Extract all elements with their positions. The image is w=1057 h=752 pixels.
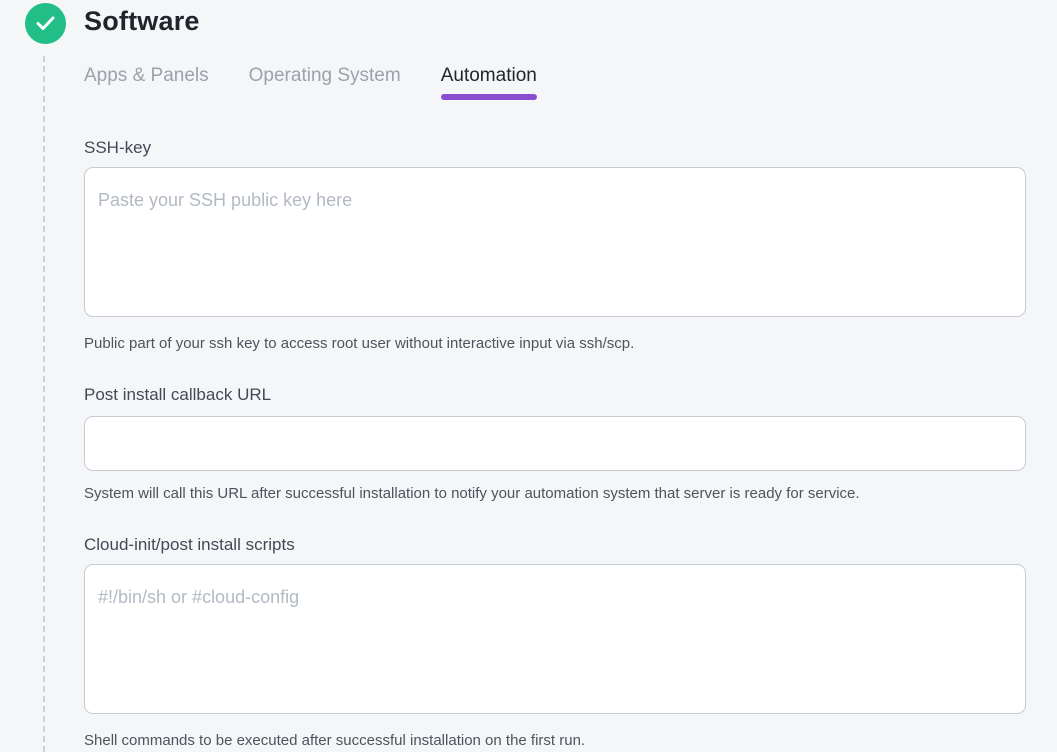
tabs: Apps & Panels Operating System Automatio…	[84, 64, 1026, 100]
callback-url-input[interactable]	[84, 416, 1026, 471]
cloud-init-textarea[interactable]	[84, 564, 1026, 714]
ssh-key-label: SSH-key	[84, 137, 1026, 158]
software-step-panel: Apps & Panels Operating System Automatio…	[84, 64, 1026, 750]
field-ssh-key: SSH-key Public part of your ssh key to a…	[84, 137, 1026, 353]
cloud-init-label: Cloud-init/post install scripts	[84, 534, 1026, 555]
tab-automation-label: Automation	[441, 65, 537, 86]
tab-apps-panels[interactable]: Apps & Panels	[84, 64, 209, 87]
callback-url-label: Post install callback URL	[84, 384, 1026, 405]
ssh-key-textarea[interactable]	[84, 167, 1026, 317]
callback-url-help: System will call this URL after successf…	[84, 484, 1026, 503]
check-icon	[36, 16, 55, 31]
check-circle-icon	[25, 3, 66, 44]
tab-operating-system-label: Operating System	[249, 65, 401, 86]
cloud-init-help: Shell commands to be executed after succ…	[84, 731, 1026, 750]
active-tab-underline	[441, 94, 537, 100]
tab-apps-panels-label: Apps & Panels	[84, 65, 209, 86]
ssh-key-help: Public part of your ssh key to access ro…	[84, 334, 1026, 353]
page-title: Software	[84, 6, 200, 37]
field-cloud-init: Cloud-init/post install scripts Shell co…	[84, 534, 1026, 750]
tab-automation[interactable]: Automation	[441, 64, 537, 100]
step-connector-line	[43, 56, 45, 752]
tab-operating-system[interactable]: Operating System	[249, 64, 401, 87]
field-callback-url: Post install callback URL System will ca…	[84, 384, 1026, 503]
